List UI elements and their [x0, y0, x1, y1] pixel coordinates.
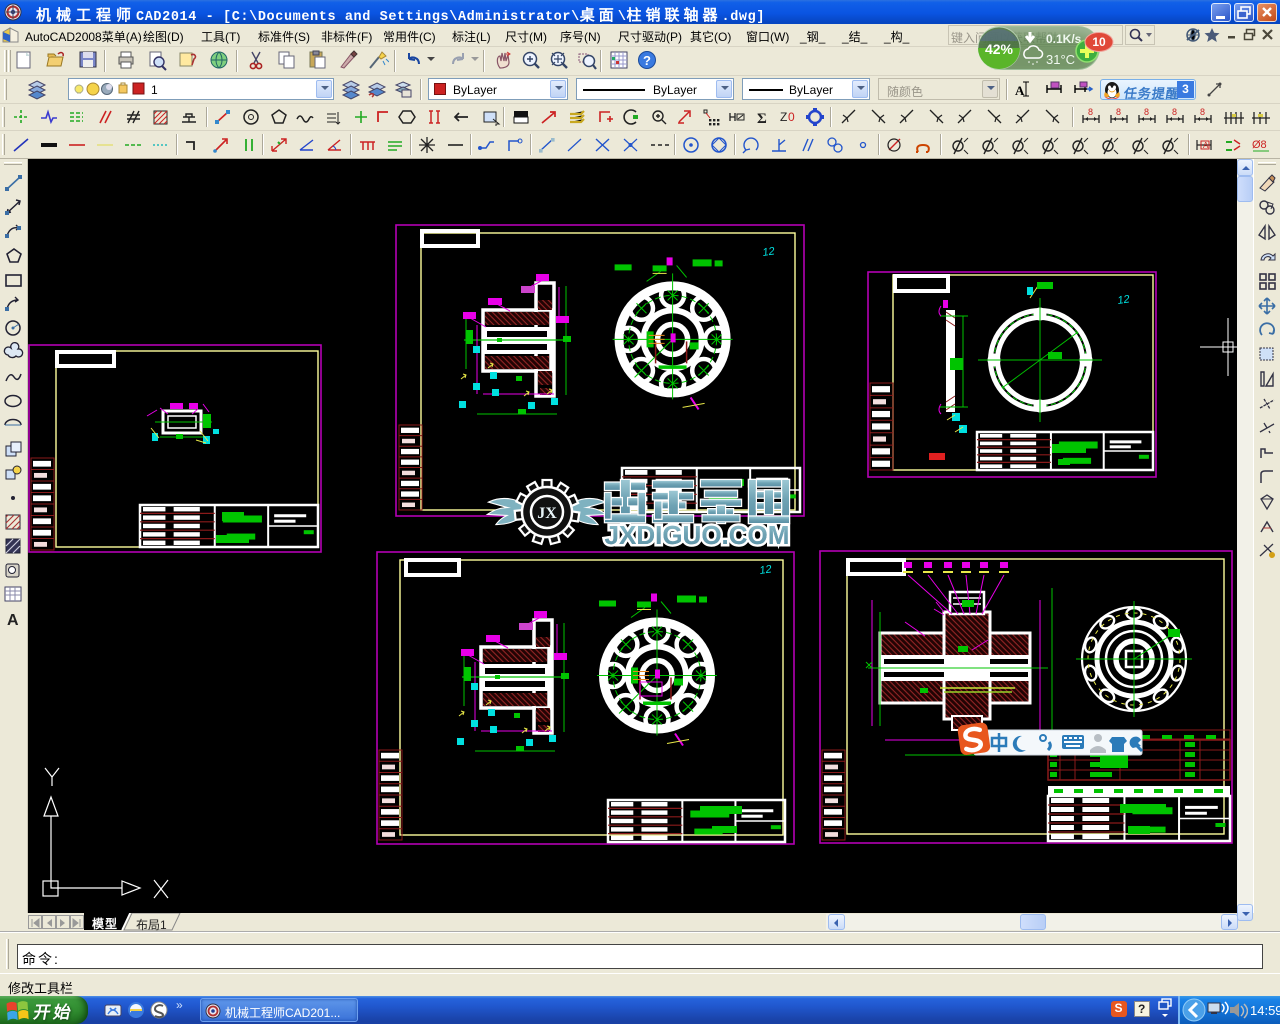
svg-text:A: A: [7, 612, 19, 629]
svg-text:31°C: 31°C: [1046, 52, 1075, 67]
svg-text:8: 8: [1200, 107, 1205, 117]
svg-text:8: 8: [1116, 107, 1121, 117]
svg-text:12: 12: [1117, 293, 1131, 307]
svg-text:JXDIGUO.COM: JXDIGUO.COM: [605, 520, 790, 550]
svg-text:10: 10: [1092, 35, 1106, 49]
svg-text:?: ?: [643, 53, 651, 68]
svg-text:8: 8: [1144, 107, 1149, 117]
svg-text:JX: JX: [537, 505, 557, 522]
svg-text:8: 8: [1172, 107, 1177, 117]
svg-text:Ø8: Ø8: [1252, 139, 1267, 151]
svg-text:12: 12: [762, 245, 776, 259]
svg-text:A: A: [1203, 141, 1209, 150]
svg-text:8: 8: [1088, 107, 1093, 117]
svg-text:0: 0: [788, 110, 795, 124]
svg-text:12: 12: [759, 563, 773, 577]
svg-text:42%: 42%: [985, 41, 1014, 57]
svg-text:Z: Z: [780, 110, 787, 124]
svg-text:Σ: Σ: [757, 111, 767, 127]
